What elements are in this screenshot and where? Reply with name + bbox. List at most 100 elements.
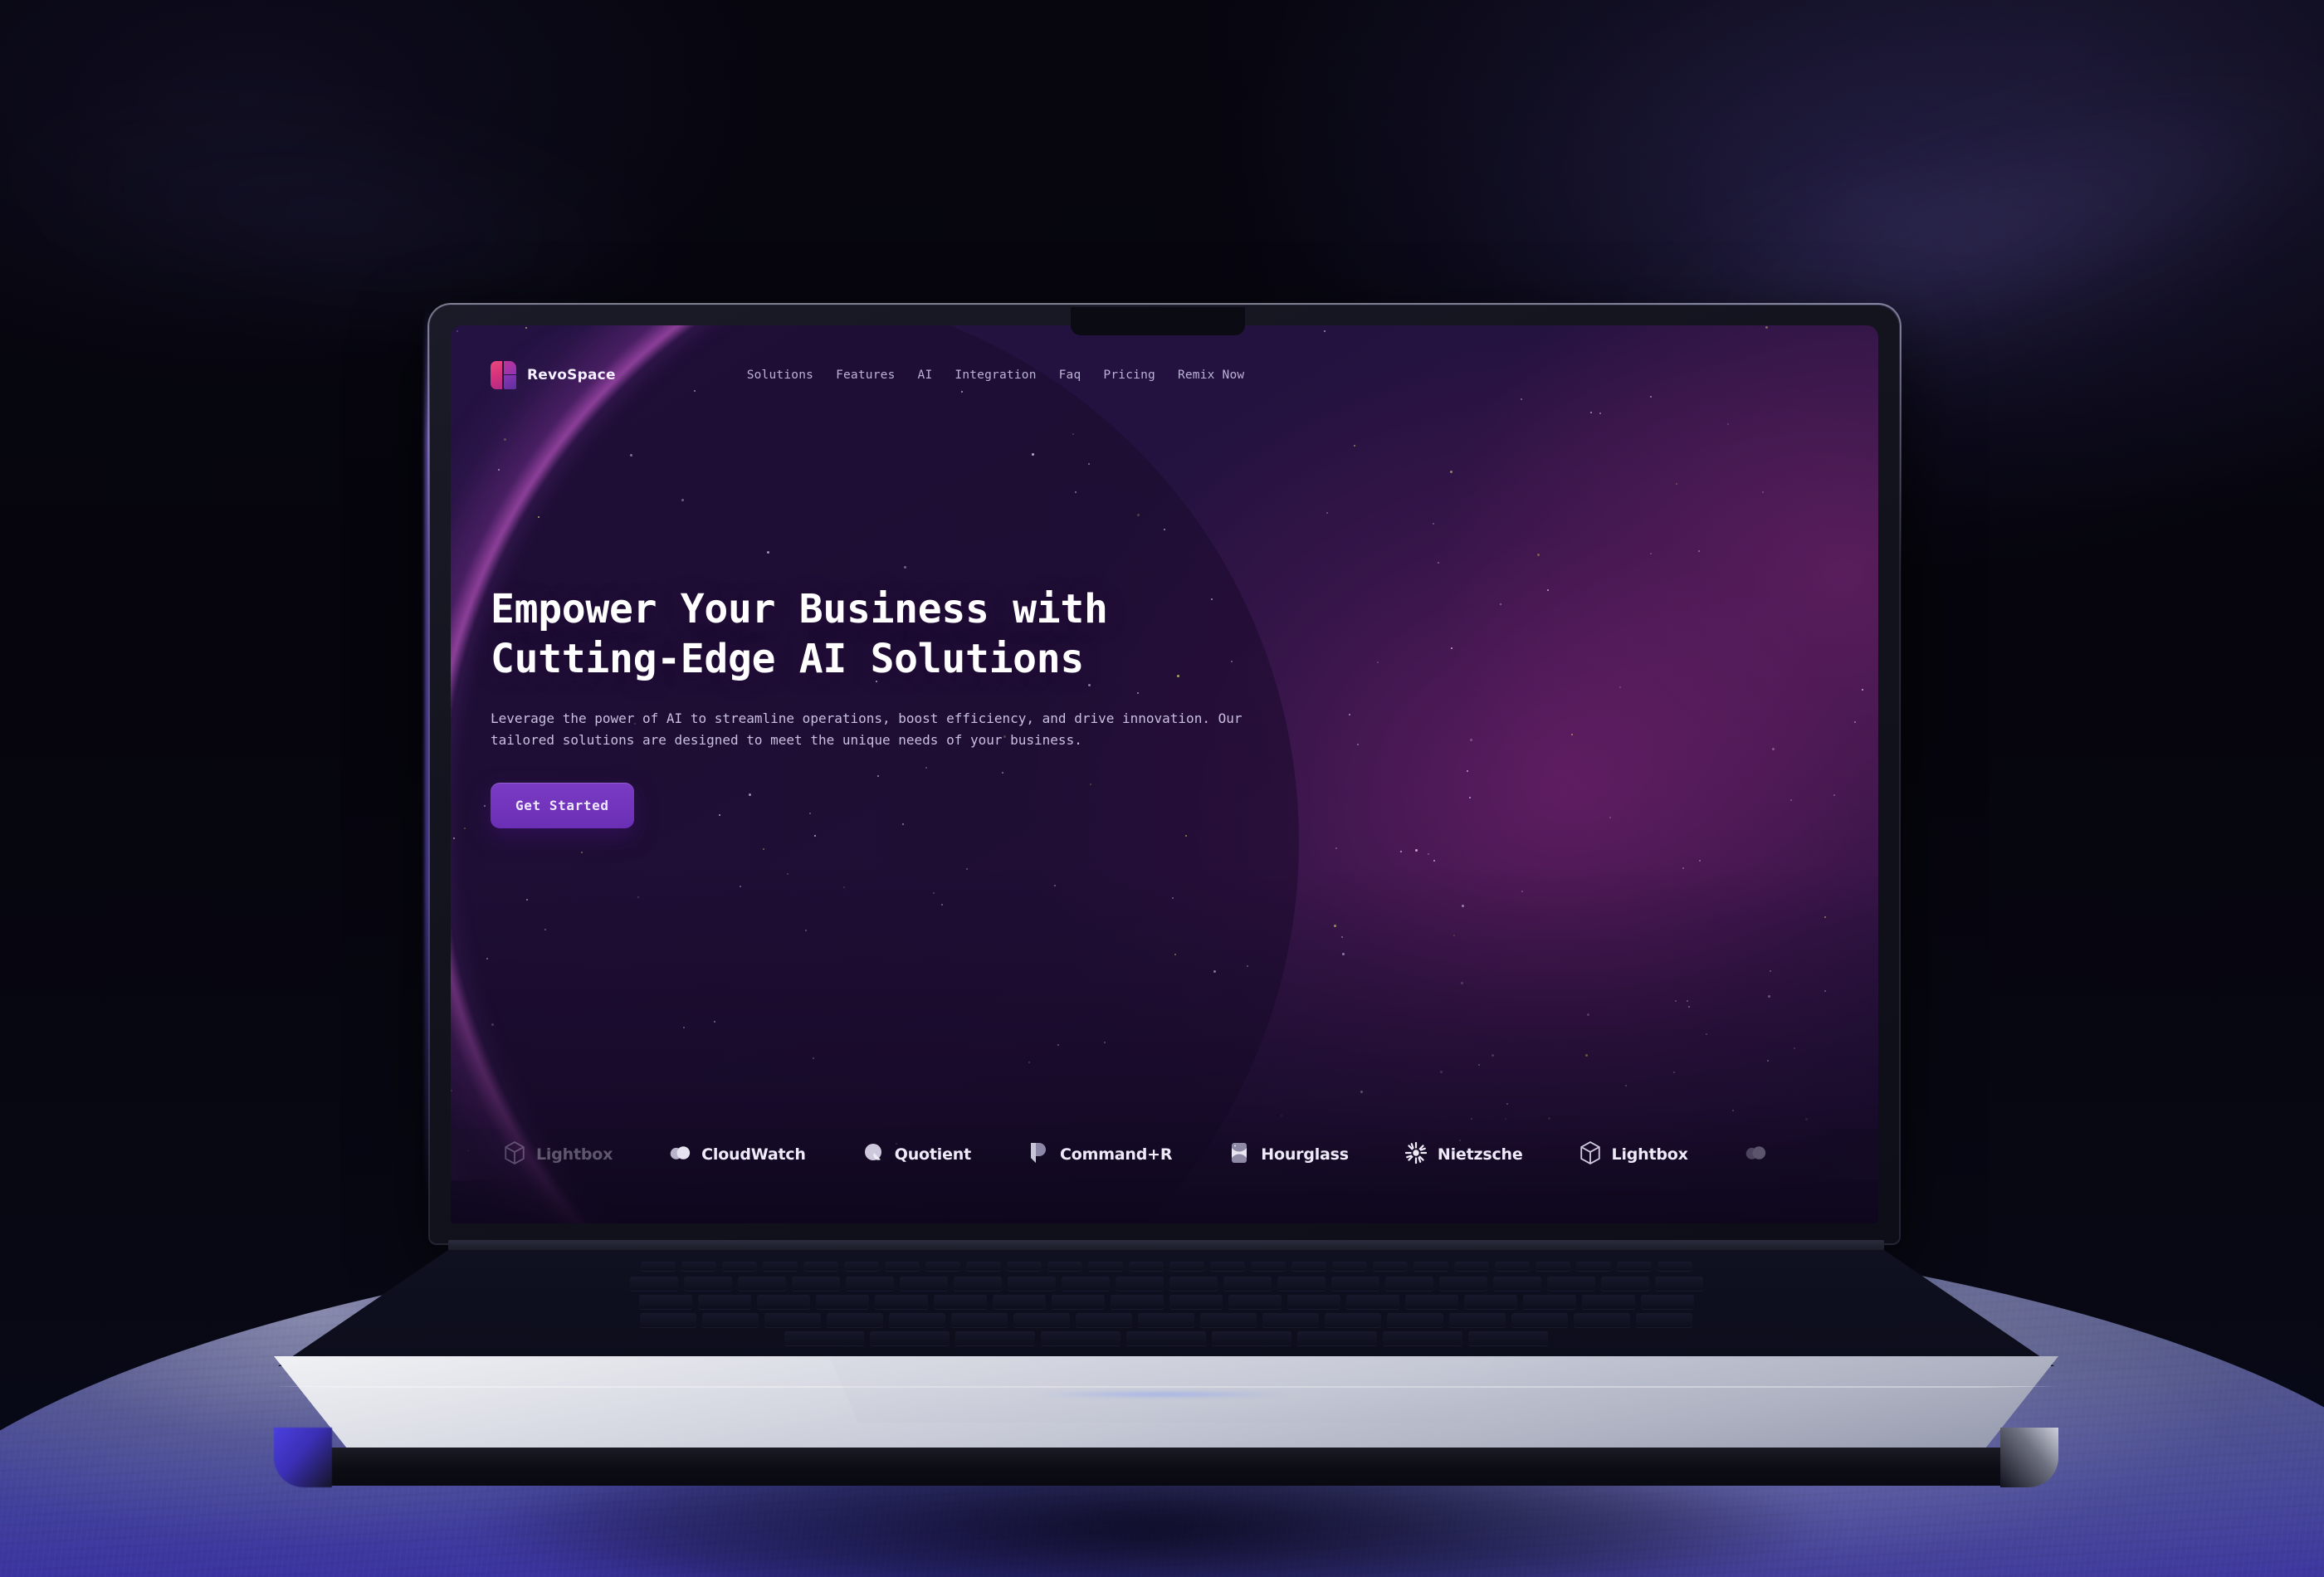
laptop-front-edge [274, 1448, 2058, 1486]
keyboard-key [762, 1262, 798, 1271]
partner-logo-item: Lightbox [476, 1141, 641, 1168]
keyboard-key [827, 1313, 883, 1327]
nav-item-faq[interactable]: Faq [1059, 369, 1081, 382]
keyboard-key [1640, 1295, 1694, 1309]
keyboard-key [1209, 1262, 1245, 1271]
keyboard-keys [278, 1250, 2054, 1366]
keyboard-key [1546, 1277, 1595, 1291]
keyboard-key [1449, 1313, 1506, 1327]
keyboard-key [1657, 1262, 1692, 1271]
keyboard-key [1169, 1277, 1218, 1291]
circle-slash-icon [862, 1141, 884, 1168]
keyboard-key [955, 1331, 1035, 1345]
keyboard-key [1372, 1262, 1408, 1271]
keyboard-key [953, 1277, 1002, 1291]
keyboard-key [1115, 1277, 1164, 1291]
keyboard-key [1413, 1262, 1448, 1271]
trackpad[interactable] [830, 1358, 1494, 1423]
laptop-mockup: RevoSpace Solutions Features AI Integrat… [0, 0, 2324, 1577]
keyboard-key [1169, 1295, 1223, 1309]
keyboard-key [992, 1295, 1046, 1309]
partner-logo-item [1716, 1141, 1794, 1168]
keyboard-key [1494, 1262, 1530, 1271]
keyboard-key [1047, 1262, 1082, 1271]
keyboard-key [1325, 1313, 1381, 1327]
keyboard-key [702, 1313, 759, 1327]
keyboard-key [1383, 1331, 1462, 1345]
nav-item-ai[interactable]: AI [918, 369, 933, 382]
keyboard-key [845, 1277, 894, 1291]
cube-icon [1579, 1141, 1601, 1168]
keyboard-key [1297, 1331, 1377, 1345]
keyboard-key [1138, 1313, 1194, 1327]
keyboard-key [791, 1277, 840, 1291]
keyboard-key [1384, 1277, 1433, 1291]
nav-links: Solutions Features AI Integration Faq Pr… [747, 369, 1245, 382]
partner-logo-item: Quotient [834, 1141, 999, 1168]
nav-item-pricing[interactable]: Pricing [1103, 369, 1155, 382]
revospace-logo-mark-icon [491, 361, 516, 389]
nav-item-remix-now[interactable]: Remix Now [1178, 369, 1244, 382]
keyboard-key [737, 1277, 786, 1291]
keyboard-key [1286, 1295, 1340, 1309]
nav-item-integration[interactable]: Integration [954, 369, 1036, 382]
keyboard-key [933, 1295, 987, 1309]
hero-heading-line-1: Empower Your Business with [491, 586, 1108, 632]
keyboard-key [1468, 1331, 1548, 1345]
hero-heading-line-2: Cutting-Edge AI Solutions [491, 636, 1084, 683]
laptop-screen: RevoSpace Solutions Features AI Integrat… [451, 325, 1878, 1223]
partner-logo-label: Lightbox [1611, 1145, 1688, 1164]
keyboard-key [1600, 1277, 1649, 1291]
website-page: RevoSpace Solutions Features AI Integrat… [451, 325, 1878, 1223]
keyboard-key [870, 1331, 950, 1345]
get-started-button[interactable]: Get Started [491, 782, 634, 828]
keyboard-key [1061, 1277, 1110, 1291]
keyboard-key [1463, 1295, 1517, 1309]
keyboard-key [874, 1295, 928, 1309]
brand-logo[interactable]: RevoSpace [491, 361, 616, 389]
keyboard-key [1126, 1331, 1206, 1345]
partner-logo-label: Lightbox [536, 1145, 613, 1164]
keyboard-key [1535, 1262, 1570, 1271]
keyboard-key [1228, 1295, 1282, 1309]
keyboard-key [1387, 1313, 1443, 1327]
flag-r-icon [1028, 1141, 1049, 1168]
keyboard-key [1654, 1277, 1703, 1291]
keyboard-key [884, 1262, 920, 1271]
keyboard-key [1331, 1262, 1367, 1271]
partner-logo-item: Command+R [999, 1141, 1200, 1168]
partner-logo-label: Hourglass [1261, 1145, 1349, 1164]
hero-subtext: Leverage the power of AI to streamline o… [491, 710, 1243, 748]
keyboard-key [1262, 1313, 1319, 1327]
front-led-glow [1029, 1391, 1295, 1398]
keyboard-key [1616, 1262, 1652, 1271]
keyboard-key [1041, 1331, 1120, 1345]
partner-logo-label: Nietzsche [1437, 1145, 1523, 1164]
keyboard-key [889, 1313, 945, 1327]
site-navbar: RevoSpace Solutions Features AI Integrat… [451, 350, 1878, 400]
sunburst-icon [1404, 1141, 1428, 1168]
keyboard-key [843, 1262, 879, 1271]
keyboard-key [756, 1295, 810, 1309]
keyboard-key [640, 1262, 676, 1271]
keyboard-key [784, 1331, 864, 1345]
keyboard-key [1575, 1262, 1611, 1271]
laptop-corner-left [274, 1428, 332, 1487]
keyboard-key [1438, 1277, 1487, 1291]
nav-item-solutions[interactable]: Solutions [747, 369, 813, 382]
hourglass-icon [1228, 1141, 1250, 1168]
keyboard-key [965, 1262, 1001, 1271]
brand-name: RevoSpace [527, 367, 616, 383]
keyboard-key [1404, 1295, 1458, 1309]
keyboard-key [1110, 1295, 1164, 1309]
keyboard-key [1492, 1277, 1541, 1291]
keyboard-key [1212, 1331, 1291, 1345]
keyboard-key [1169, 1262, 1204, 1271]
keyboard-key [1013, 1313, 1070, 1327]
nav-item-features[interactable]: Features [836, 369, 895, 382]
hero-heading: Empower Your Business with Cutting-Edge A… [491, 584, 1570, 685]
partner-logo-label: Quotient [894, 1145, 971, 1164]
keyboard-key [815, 1295, 869, 1309]
keyboard-key [1453, 1262, 1489, 1271]
keyboard-key [640, 1313, 696, 1327]
